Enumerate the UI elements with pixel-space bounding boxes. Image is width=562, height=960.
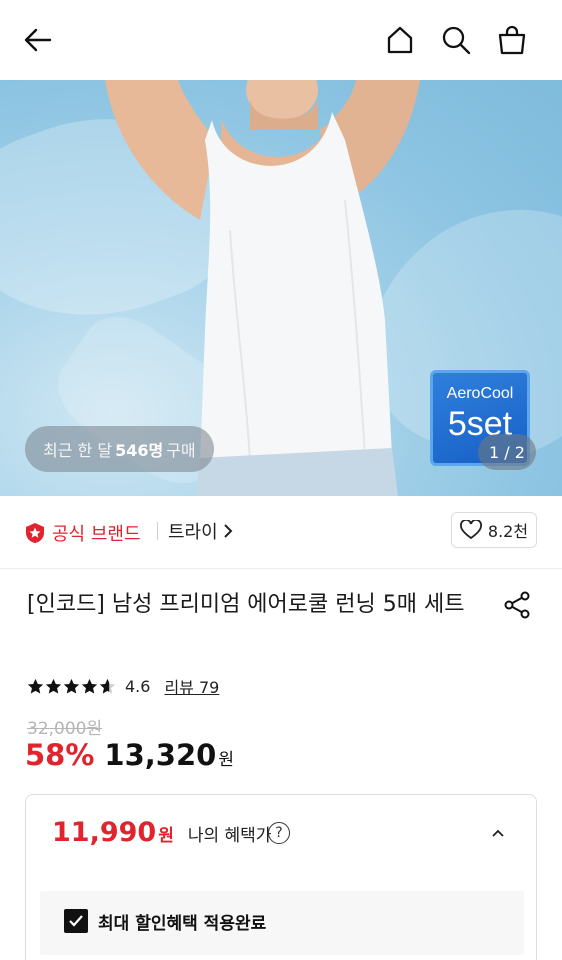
review-link[interactable]: 리뷰 79: [164, 674, 219, 698]
brand-link[interactable]: 트라이: [168, 518, 234, 544]
collapse-button[interactable]: [486, 821, 510, 845]
rating-stars: [27, 678, 117, 695]
shopping-bag-icon: [498, 25, 526, 55]
brand-name: 트라이: [168, 522, 218, 543]
share-button[interactable]: [500, 588, 534, 622]
official-brand-badge: 공식 브랜드: [24, 520, 141, 546]
chevron-right-icon: [223, 524, 233, 538]
help-icon[interactable]: ?: [268, 822, 290, 844]
applied-label: 최대 할인혜택 적용완료: [98, 914, 267, 934]
heart-icon: [459, 520, 482, 540]
original-price: 32,000원: [27, 719, 103, 739]
product-title: [인코드] 남성 프리미엄 에어로쿨 런닝 5매 세트: [27, 592, 465, 617]
star-icon: [45, 678, 62, 694]
benefit-price-currency: 원: [158, 826, 174, 846]
cart-button[interactable]: [492, 20, 532, 60]
like-button[interactable]: 8.2천: [451, 512, 537, 548]
check-icon: [69, 915, 83, 927]
chevron-up-icon: [492, 829, 504, 837]
home-icon: [387, 26, 413, 54]
rating-row: 4.6 리뷰 79: [27, 674, 219, 698]
max-discount-applied-row[interactable]: 최대 할인혜택 적용완료: [40, 891, 524, 955]
divider: [157, 522, 158, 540]
share-icon: [504, 591, 530, 619]
arrow-left-icon: [24, 28, 52, 52]
search-icon: [442, 26, 471, 55]
home-button[interactable]: [380, 20, 420, 60]
sale-price-currency: 원: [218, 750, 234, 770]
recent-purchase-prefix: 최근 한 달: [43, 441, 113, 460]
official-star-icon: [26, 523, 44, 543]
star-icon: [27, 678, 44, 694]
promo-line-1: AeroCool: [446, 385, 514, 402]
brand-row: 공식 브랜드 트라이 8.2천: [0, 496, 562, 568]
top-nav-bar: [0, 0, 562, 80]
discount-rate: 58%: [25, 738, 95, 772]
rating-score: 4.6: [125, 676, 151, 696]
sale-price: 13,320: [104, 738, 217, 772]
recent-purchase-count: 546명: [115, 441, 164, 460]
benefit-label: 나의 혜택가: [187, 826, 272, 846]
section-divider: [0, 568, 562, 569]
star-icon: [81, 678, 98, 694]
price-line: 58% 13,320 원: [25, 738, 234, 772]
like-count: 8.2천: [487, 522, 529, 541]
product-image-carousel[interactable]: 최근 한 달 546명 구매 AeroCool 5set 1 / 2: [0, 80, 562, 496]
back-button[interactable]: [18, 20, 58, 60]
benefit-price-row: 11,990 원 나의 혜택가: [52, 817, 271, 848]
search-button[interactable]: [436, 20, 476, 60]
star-icon: [63, 678, 80, 694]
official-brand-label: 공식 브랜드: [52, 524, 141, 545]
star-half-icon: [99, 678, 116, 694]
recent-purchase-badge: 최근 한 달 546명 구매: [25, 426, 214, 472]
recent-purchase-suffix: 구매: [166, 441, 196, 460]
image-pager: 1 / 2: [478, 434, 536, 470]
applied-checkbox[interactable]: [64, 909, 88, 933]
benefit-price-box: 11,990 원 나의 혜택가 ? 최대 할인혜택 적용완료: [25, 794, 537, 960]
benefit-price: 11,990: [52, 817, 157, 848]
